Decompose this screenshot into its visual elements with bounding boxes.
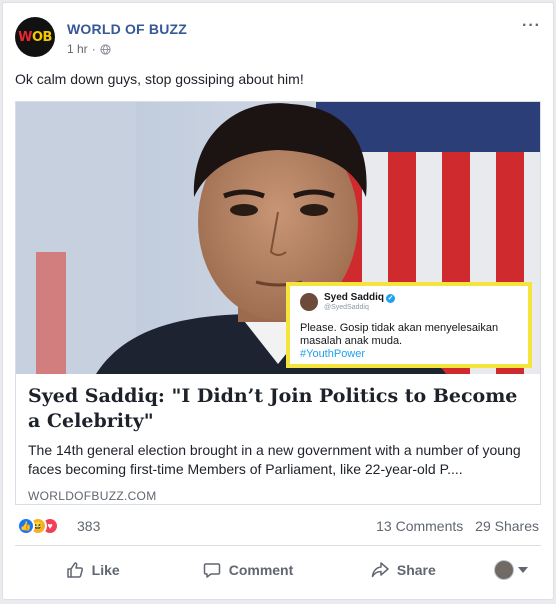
link-preview[interactable]: Syed Saddiq ✓ @SyedSaddiq Please. Gosip t… (15, 101, 541, 505)
like-label: Like (91, 562, 120, 578)
tweet-name-text: Syed Saddiq (324, 292, 385, 303)
share-icon (371, 562, 389, 578)
link-title[interactable]: Syed Saddiq: "I Didn’t Join Politics to … (28, 384, 528, 434)
tweet-avatar (300, 293, 318, 311)
globe-icon[interactable] (100, 43, 111, 55)
share-label: Share (396, 562, 436, 578)
link-info[interactable]: Syed Saddiq: "I Didn’t Join Politics to … (16, 374, 540, 504)
verified-badge-icon: ✓ (386, 294, 396, 303)
tweet-handle: @SyedSaddiq (324, 304, 369, 311)
page-name-link[interactable]: WORLD OF BUZZ (67, 21, 187, 37)
chevron-down-icon (517, 567, 528, 573)
reactions-bar: 👍 😆 ♥ 383 13 Comments 29 Shares (17, 515, 539, 537)
page-avatar[interactable]: W OB (15, 17, 55, 57)
reaction-count[interactable]: 383 (77, 518, 100, 534)
shares-count[interactable]: 29 Shares (475, 518, 539, 534)
like-button[interactable]: Like (15, 549, 170, 591)
post-text: Ok calm down guys, stop gossiping about … (15, 71, 304, 87)
tweet-body: Please. Gosip tidak akan menyelesaikan m… (300, 322, 530, 361)
link-description: The 14th general election brought in a n… (28, 442, 521, 477)
tweet-hashtag: #YouthPower (300, 348, 366, 360)
actions-divider (15, 545, 541, 546)
post-as-selector[interactable] (481, 549, 541, 591)
avatar-logo-w: W (18, 29, 32, 45)
user-avatar (493, 560, 514, 580)
comments-count[interactable]: 13 Comments (376, 518, 463, 534)
like-reaction-icon: 👍 (17, 517, 35, 535)
engagement-stats: 13 Comments 29 Shares (376, 518, 539, 534)
more-options-icon[interactable]: ··· (522, 17, 541, 35)
tweet-overlay: Syed Saddiq ✓ @SyedSaddiq Please. Gosip t… (286, 282, 532, 368)
comment-icon (203, 563, 220, 578)
thumbs-up-icon (66, 562, 83, 578)
comment-button[interactable]: Comment (170, 549, 325, 591)
post-card: W OB WORLD OF BUZZ 1 hr · ··· Ok calm dow… (2, 2, 554, 600)
action-bar: Like Comment Share (15, 549, 541, 591)
tweet-name: Syed Saddiq ✓ (324, 292, 396, 303)
post-timestamp[interactable]: 1 hr (67, 42, 88, 56)
comment-label: Comment (228, 562, 294, 578)
avatar-logo-ob: OB (31, 29, 52, 45)
post-header: W OB WORLD OF BUZZ 1 hr · ··· (15, 13, 541, 65)
meta-separator: · (91, 42, 96, 56)
share-button[interactable]: Share (326, 549, 481, 591)
tweet-text: Please. Gosip tidak akan menyelesaikan m… (300, 322, 499, 347)
link-domain: WORLDOFBUZZ.COM (28, 489, 157, 503)
post-meta: 1 hr · (67, 42, 111, 56)
link-preview-image[interactable]: Syed Saddiq ✓ @SyedSaddiq Please. Gosip t… (16, 102, 540, 374)
reaction-icons[interactable]: 👍 😆 ♥ (17, 517, 65, 535)
